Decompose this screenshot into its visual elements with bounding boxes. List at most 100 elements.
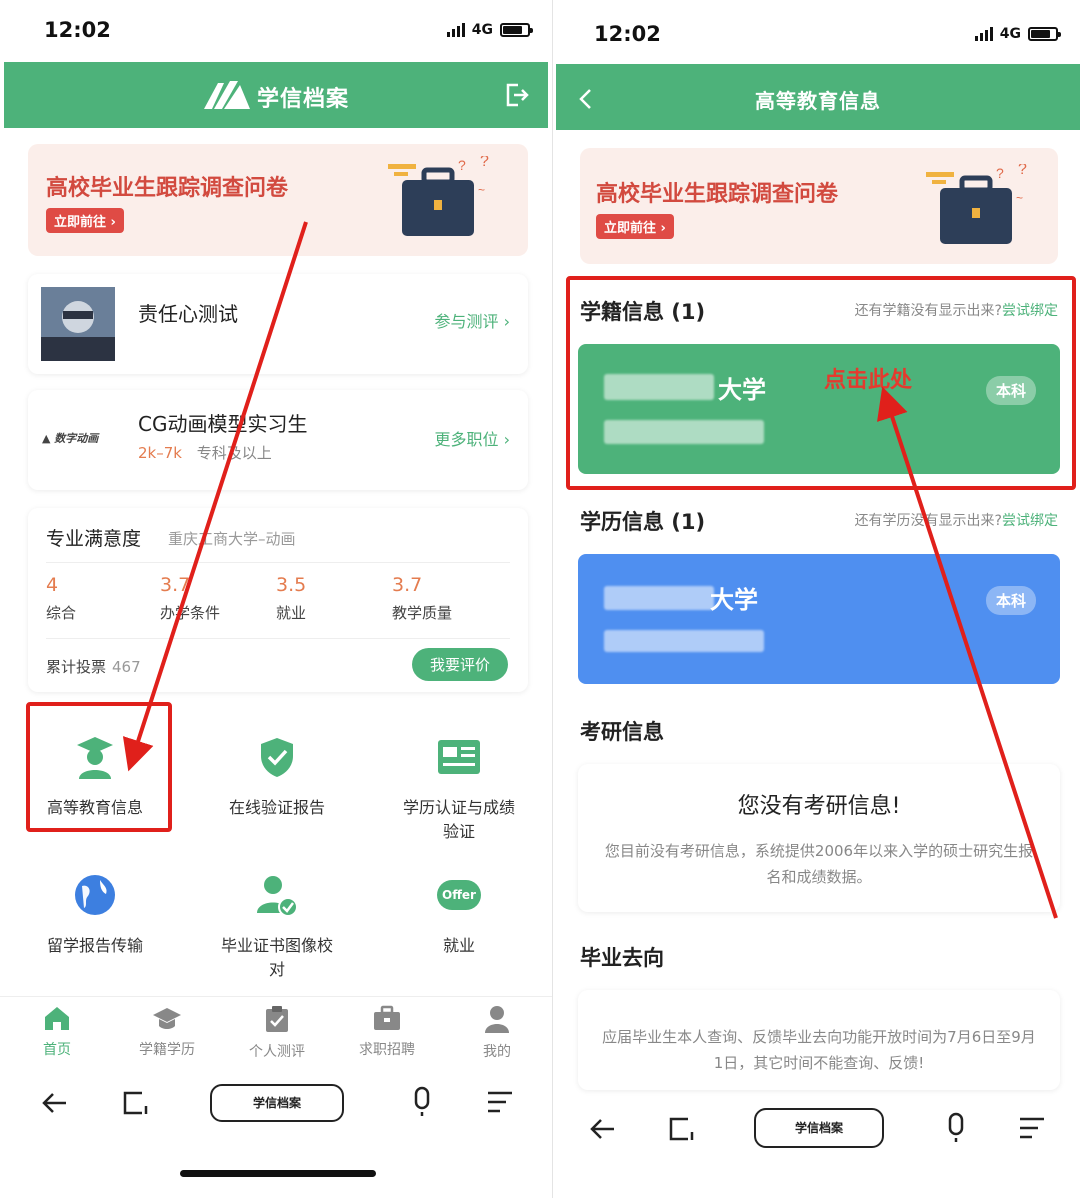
score-facilities: 3.7 办学条件 [160,574,221,622]
destination-section-title: 毕业去向 [580,946,664,970]
home-indicator [180,1170,376,1177]
tab-academic[interactable]: 学籍学历 [122,1005,212,1059]
score-teaching: 3.7 教学质量 [392,574,453,622]
highlight-box-higher-education [26,702,172,832]
grid-degree-verification[interactable]: 学历认证与成绩验证 [384,734,534,844]
satisfaction-title: 专业满意度 [46,528,142,550]
status-time: 12:02 [594,22,661,46]
company-logo: ▲ 数字动画 [42,432,99,445]
globe-icon [75,875,115,915]
postgrad-section-title: 考研信息 [580,720,664,744]
rate-button[interactable]: 我要评价 [411,648,508,681]
menu-lines-icon[interactable] [486,1090,514,1116]
status-bar: 12:02 4G [0,0,552,62]
svg-text:?: ? [458,157,466,173]
shield-check-icon [261,738,293,777]
svg-text:?: ? [1018,164,1027,178]
id-card-icon [438,740,480,774]
redacted-school [604,586,714,610]
microphone-icon[interactable] [410,1086,434,1118]
left-phone-screen: 12:02 4G 学信档案 高校毕业生跟踪调查问卷 立即前往 › ? ? ~ 责… [0,0,553,1198]
degree-university: 大学 [710,586,758,614]
survey-thumbnail [41,287,115,361]
svg-text:?: ? [996,165,1004,181]
status-time: 12:02 [44,18,111,42]
signal-icon [446,23,465,37]
vote-count: 累计投票 467 [46,658,141,676]
tab-jobs[interactable]: 求职招聘 [342,1005,432,1059]
offer-icon: Offer [437,880,481,910]
score-employment: 3.5 就业 [276,574,307,622]
grid-study-abroad[interactable]: 留学报告传输 [20,872,170,958]
join-test-link[interactable]: 参与测评 › [435,308,511,332]
banner-title: 高校毕业生跟踪调查问卷 [46,176,289,201]
degree-section-title: 学历信息 (1) [580,510,706,534]
survey-banner[interactable]: 高校毕业生跟踪调查问卷 立即前往 › ? ? ~ [580,148,1058,264]
score-overall: 4 综合 [46,574,77,622]
grid-certificate-check[interactable]: 毕业证书图像校对 [202,872,352,982]
highlight-box-enrollment [566,276,1076,490]
briefcase-illustration-icon: ? ? ~ [926,164,1027,244]
briefcase-icon [374,1005,400,1030]
go-now-button[interactable]: 立即前往 › [46,208,124,233]
menu-lines-icon[interactable] [1018,1116,1046,1142]
survey-card[interactable]: 责任心测试 参与测评 › [28,274,528,374]
redacted-major [604,630,764,652]
back-arrow-icon[interactable] [588,1114,618,1144]
postgrad-empty-desc: 您目前没有考研信息，系统提供2006年以来入学的硕士研究生报名和成绩数据。 [604,842,1034,886]
recent-apps-icon[interactable] [120,1088,150,1118]
battery-icon [1028,27,1061,41]
app-switch-pill[interactable]: 学信档案 [754,1108,884,1148]
tab-mine[interactable]: 我的 [452,1005,542,1061]
svg-text:?: ? [480,156,489,170]
app-header: 高等教育信息 [556,64,1080,130]
tab-assessment[interactable]: 个人测评 [232,1005,322,1061]
satisfaction-card: 专业满意度 重庆工商大学–动画 4 综合 3.7 办学条件 3.5 就业 3.7… [28,508,528,692]
app-title: 学信档案 [256,87,349,112]
back-arrow-icon[interactable] [40,1088,70,1118]
destination-desc: 应届毕业生本人查询、反馈毕业去向功能开放时间为7月6日至9月1日，其它时间不能查… [602,1028,1036,1072]
app-switch-pill[interactable]: 学信档案 [210,1084,344,1122]
survey-banner[interactable]: 高校毕业生跟踪调查问卷 立即前往 › ? ? ~ [28,144,528,256]
destination-card: 应届毕业生本人查询、反馈毕业去向功能开放时间为7月6日至9月1日，其它时间不能查… [578,990,1060,1090]
clipboard-icon [266,1006,288,1032]
postgrad-empty-card: 您没有考研信息! 您目前没有考研信息，系统提供2006年以来入学的硕士研究生报名… [578,764,1060,912]
job-requirement: 专科及以上 [196,444,272,462]
right-phone-screen: 12:02 4G 高等教育信息 高校毕业生跟踪调查问卷 立即前往 › ? ? ~… [556,0,1080,1198]
user-check-icon [257,876,298,917]
system-nav-bar: 学信档案 [556,1098,1080,1158]
network-label: 4G [471,22,493,38]
status-bar: 12:02 4G [556,0,1080,62]
go-now-button[interactable]: 立即前往 › [596,214,674,239]
logout-icon[interactable] [504,82,530,108]
grid-online-report[interactable]: 在线验证报告 [202,734,352,820]
home-icon [45,1007,69,1030]
person-icon [485,1006,509,1033]
postgrad-empty-title: 您没有考研信息! [737,794,901,819]
svg-text:~: ~ [478,183,485,197]
tab-home[interactable]: 首页 [12,1005,102,1059]
try-bind-link[interactable]: 尝试绑定 [1002,513,1058,529]
degree-hint: 还有学历没有显示出来?尝试绑定 [854,513,1058,529]
job-card[interactable]: ▲ 数字动画 CG动画模型实习生 2k–7k 专科及以上 更多职位 › [28,390,528,490]
system-nav-bar: 学信档案 [0,1074,552,1134]
job-title: CG动画模型实习生 [138,412,308,436]
degree-card[interactable]: 大学 本科 [578,554,1060,684]
grid-employment[interactable]: Offer 就业 [384,872,534,958]
banner-title: 高校毕业生跟踪调查问卷 [596,182,839,207]
signal-icon [974,27,993,41]
degree-level-badge: 本科 [985,586,1036,615]
survey-title: 责任心测试 [138,302,238,326]
mortarboard-icon [153,1008,181,1029]
satisfaction-school: 重庆工商大学–动画 [168,530,296,548]
bottom-tab-bar: 首页 学籍学历 个人测评 求职招聘 我的 [0,996,552,1060]
briefcase-illustration-icon: ? ? ~ [388,156,489,236]
microphone-icon[interactable] [944,1112,968,1144]
network-label: 4G [999,26,1021,42]
svg-text:~: ~ [1016,191,1023,205]
recent-apps-icon[interactable] [666,1114,696,1144]
more-jobs-link[interactable]: 更多职位 › [435,426,511,450]
app-header: 学信档案 [4,62,548,128]
battery-icon [500,23,533,37]
job-salary: 2k–7k [138,444,182,462]
